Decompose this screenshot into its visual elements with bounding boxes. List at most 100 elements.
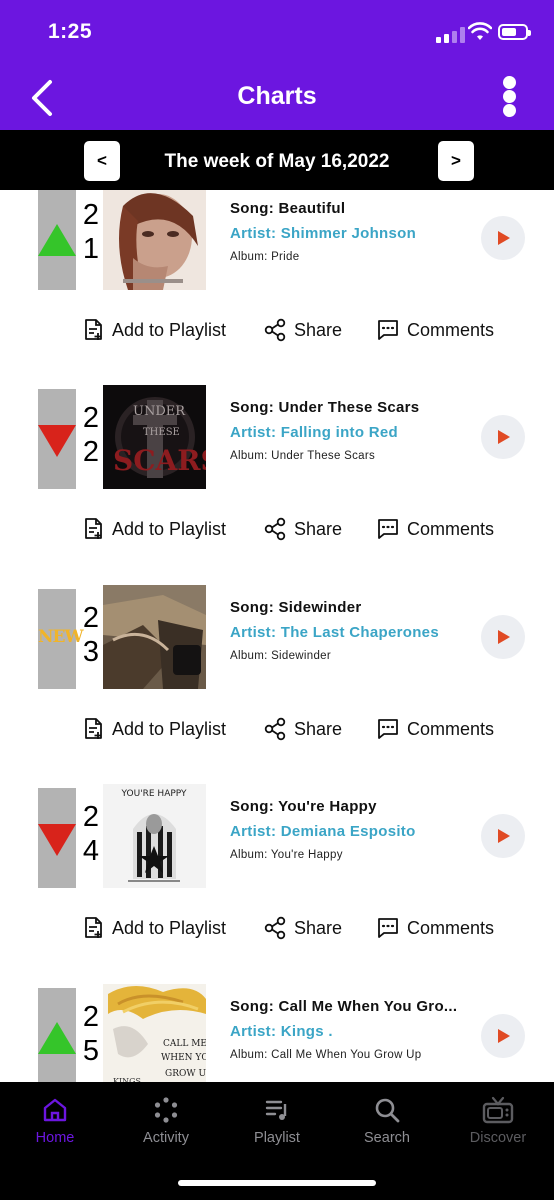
artist-link[interactable]: Artist: Kings .	[230, 1023, 333, 1040]
play-button[interactable]	[481, 814, 525, 858]
home-icon	[43, 1098, 67, 1122]
play-button[interactable]	[481, 615, 525, 659]
share-button[interactable]: Share	[264, 315, 342, 345]
rank-digit: 2	[82, 1001, 100, 1033]
svg-text:THESE: THESE	[143, 427, 180, 438]
add-to-playlist-button[interactable]: Add to Playlist	[84, 514, 226, 544]
search-icon	[375, 1098, 400, 1123]
artist-link[interactable]: Artist: Demiana Esposito	[230, 823, 416, 840]
rank-number: 2 3	[80, 601, 102, 669]
rank-down-arrow-icon	[38, 425, 76, 457]
new-entry-badge: NEW	[38, 627, 84, 647]
svg-text:CALL ME: CALL ME	[163, 1039, 206, 1049]
rank-movement-indicator	[38, 190, 76, 290]
tab-playlist[interactable]: Playlist	[227, 1096, 327, 1156]
comments-button[interactable]: Comments	[377, 913, 494, 943]
add-to-playlist-label: Add to Playlist	[112, 718, 227, 739]
play-button[interactable]	[481, 216, 525, 260]
share-label: Share	[294, 518, 343, 539]
tab-discover[interactable]: Discover	[448, 1096, 548, 1156]
svg-text:WHEN YOU: WHEN YOU	[161, 1053, 206, 1063]
artist-link[interactable]: Artist: The Last Chaperones	[230, 624, 439, 641]
share-button[interactable]: Share	[264, 913, 342, 943]
playlist-icon	[265, 1100, 287, 1120]
rank-digit: 5	[82, 1035, 100, 1067]
album-name: Album: Call Me When You Grow Up	[230, 1049, 422, 1061]
chart-list[interactable]: 2 1 Song: Beautiful Artist: Shimmer John…	[0, 190, 554, 1082]
album-name: Album: Under These Scars	[230, 450, 376, 462]
rank-digit: 3	[82, 636, 100, 668]
rank-up-arrow-icon	[38, 224, 76, 256]
week-selector: < The week of May 16,2022 >	[0, 130, 554, 190]
chart-entry: 2 2 UNDER THESE SCARS Song: Under These …	[0, 385, 554, 589]
entry-actions: Add to Playlist Share Comments	[0, 315, 554, 345]
comments-icon	[378, 519, 398, 539]
rank-number: 2 4	[80, 800, 102, 868]
comments-button[interactable]: Comments	[377, 315, 494, 345]
song-title: Song: Beautiful	[230, 200, 346, 217]
rank-digit: 2	[82, 199, 100, 231]
entry-actions: Add to Playlist Share Comments	[0, 514, 554, 544]
rank-movement-indicator	[38, 988, 76, 1082]
comments-label: Comments	[407, 319, 495, 340]
album-cover[interactable]: CALL ME WHEN YOU GROW UP KINGS.	[103, 984, 206, 1082]
next-week-button[interactable]: >	[438, 141, 474, 181]
rank-number: 2 2	[80, 401, 102, 469]
rank-number: 2 5	[80, 1000, 102, 1068]
artist-link[interactable]: Artist: Shimmer Johnson	[230, 225, 416, 242]
share-button[interactable]: Share	[264, 714, 342, 744]
rank-movement-indicator	[38, 788, 76, 888]
more-options-icon[interactable]	[496, 74, 524, 118]
tab-search[interactable]: Search	[337, 1096, 437, 1156]
wifi-icon	[468, 22, 492, 40]
rank-movement-indicator: NEW	[38, 589, 84, 689]
add-to-playlist-label: Add to Playlist	[112, 319, 227, 340]
chart-entry: 2 4 YOU'RE HAPPY Song: You're Happy Arti…	[0, 784, 554, 988]
share-icon	[264, 717, 286, 741]
artist-link[interactable]: Artist: Falling into Red	[230, 424, 398, 441]
add-to-playlist-label: Add to Playlist	[112, 917, 227, 938]
song-title: Song: Sidewinder	[230, 599, 362, 616]
comments-button[interactable]: Comments	[377, 514, 494, 544]
svg-text:YOU'RE HAPPY: YOU'RE HAPPY	[120, 789, 187, 799]
add-to-playlist-button[interactable]: Add to Playlist	[84, 714, 226, 744]
tv-icon	[482, 1096, 514, 1124]
status-bar: 1:25	[0, 0, 554, 64]
rank-movement-indicator	[38, 389, 76, 489]
chart-entry: 2 1 Song: Beautiful Artist: Shimmer John…	[0, 190, 554, 390]
tab-search-label: Search	[364, 1130, 410, 1146]
album-name: Album: Sidewinder	[230, 650, 331, 662]
share-label: Share	[294, 917, 343, 938]
add-to-playlist-button[interactable]: Add to Playlist	[84, 315, 226, 345]
home-indicator	[178, 1180, 376, 1186]
svg-text:UNDER: UNDER	[133, 404, 186, 419]
svg-text:GROW UP: GROW UP	[165, 1069, 206, 1079]
rank-digit: 4	[82, 835, 100, 867]
share-icon	[264, 318, 286, 342]
album-cover[interactable]: UNDER THESE SCARS	[103, 385, 206, 489]
entry-actions: Add to Playlist Share Comments	[0, 913, 554, 943]
activity-icon	[154, 1097, 178, 1123]
tab-discover-label: Discover	[469, 1130, 527, 1146]
album-cover[interactable]	[103, 585, 206, 689]
tab-activity[interactable]: Activity	[116, 1096, 216, 1156]
play-button[interactable]	[481, 415, 525, 459]
tab-playlist-label: Playlist	[254, 1130, 300, 1146]
add-to-playlist-icon	[85, 319, 102, 340]
album-cover[interactable]	[103, 190, 206, 290]
battery-icon	[498, 24, 531, 40]
comments-label: Comments	[407, 518, 495, 539]
rank-digit: 2	[82, 402, 100, 434]
add-to-playlist-icon	[85, 518, 102, 539]
play-button[interactable]	[481, 1014, 525, 1058]
svg-text:SCARS: SCARS	[113, 444, 206, 477]
comments-label: Comments	[407, 718, 495, 739]
album-cover[interactable]: YOU'RE HAPPY	[103, 784, 206, 888]
song-title: Song: Call Me When You Gro...	[230, 998, 458, 1015]
tab-home[interactable]: Home	[5, 1096, 105, 1156]
share-button[interactable]: Share	[264, 514, 342, 544]
comments-button[interactable]: Comments	[377, 714, 494, 744]
share-icon	[264, 517, 286, 541]
add-to-playlist-button[interactable]: Add to Playlist	[84, 913, 226, 943]
tab-activity-label: Activity	[143, 1130, 189, 1146]
